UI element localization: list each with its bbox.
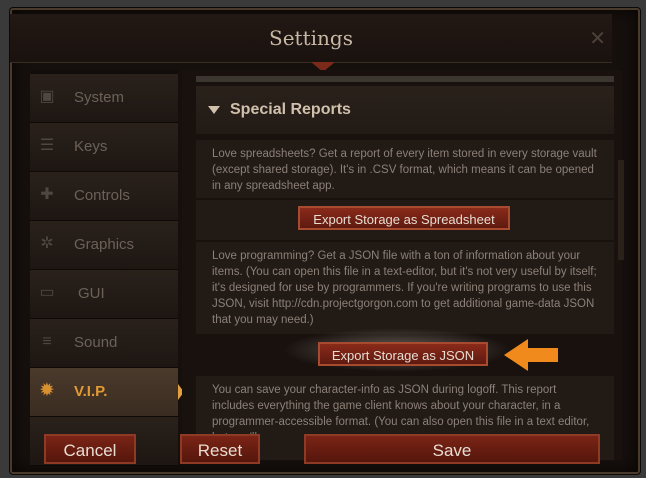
sidebar-item-system[interactable]: ▣ System <box>30 74 178 123</box>
reset-button[interactable]: Reset <box>180 434 260 464</box>
controls-icon: ✚ <box>40 186 54 203</box>
spreadsheet-description: Love spreadsheets? Get a report of every… <box>196 140 614 198</box>
settings-content: Special Reports Love spreadsheets? Get a… <box>182 70 622 460</box>
close-icon[interactable]: ✕ <box>589 26 606 50</box>
sidebar-item-sound[interactable]: ≡ Sound <box>30 319 178 368</box>
window-title: Settings <box>269 26 353 50</box>
sidebar-item-label: Controls <box>74 187 130 204</box>
section-title: Special Reports <box>230 101 351 118</box>
sidebar-item-graphics[interactable]: ✲ Graphics <box>30 221 178 270</box>
graphics-icon: ✲ <box>40 235 54 252</box>
sidebar-item-gui[interactable]: ▭ GUI <box>30 270 178 319</box>
sidebar-item-vip[interactable]: ✹ V.I.P. <box>30 368 184 417</box>
section-header[interactable]: Special Reports <box>196 86 614 134</box>
gui-icon: ▭ <box>39 284 55 301</box>
pointer-arrow-icon <box>504 339 558 371</box>
export-spreadsheet-button[interactable]: Export Storage as Spreadsheet <box>298 206 510 230</box>
sidebar-item-label: V.I.P. <box>74 383 108 400</box>
sound-icon: ≡ <box>42 333 52 350</box>
vip-badge-icon: ✹ <box>40 382 54 399</box>
sidebar-item-keys[interactable]: ☰ Keys <box>30 123 178 172</box>
sidebar-item-label: Keys <box>74 138 108 155</box>
spreadsheet-button-row: Export Storage as Spreadsheet <box>196 200 614 240</box>
export-json-button[interactable]: Export Storage as JSON <box>318 342 488 366</box>
sidebar: ▣ System ☰ Keys ✚ Controls ✲ Graphics ▭ … <box>30 70 184 466</box>
sidebar-item-label: Graphics <box>74 236 135 253</box>
json-description: Love programming? Get a JSON file with a… <box>196 242 614 334</box>
save-button[interactable]: Save <box>304 434 600 464</box>
content-divider <box>196 76 614 82</box>
sidebar-item-label: GUI <box>78 285 105 302</box>
keys-icon: ☰ <box>39 137 55 154</box>
sidebar-item-label: Sound <box>74 334 118 351</box>
sidebar-item-label: System <box>74 89 125 106</box>
cancel-button[interactable]: Cancel <box>44 434 136 464</box>
sidebar-item-controls[interactable]: ✚ Controls <box>30 172 178 221</box>
content-scrollbar[interactable] <box>618 160 624 260</box>
system-icon: ▣ <box>39 88 55 105</box>
title-bar: Settings ✕ <box>10 14 612 63</box>
collapse-triangle-icon <box>208 106 220 114</box>
